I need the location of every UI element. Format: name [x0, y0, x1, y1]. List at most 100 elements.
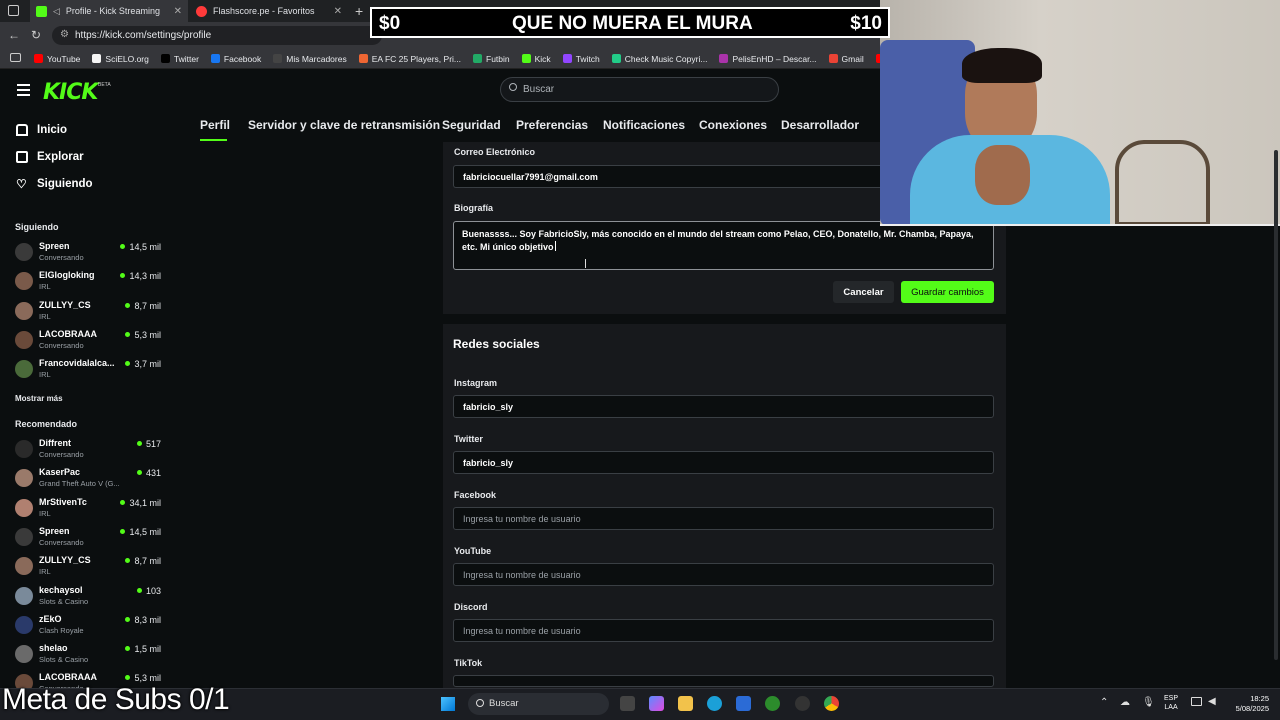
chrome-icon[interactable] [824, 696, 839, 711]
bookmark-label: Facebook [223, 53, 262, 64]
onedrive-icon[interactable]: ☁ [1120, 697, 1130, 708]
save-button[interactable]: Guardar cambios [901, 281, 994, 303]
youtube-field[interactable]: Ingresa tu nombre de usuario [453, 563, 994, 586]
avatar [15, 330, 33, 349]
facebook-field[interactable]: Ingresa tu nombre de usuario [453, 507, 994, 530]
back-icon[interactable]: ← [8, 28, 20, 42]
edge-icon[interactable] [707, 696, 722, 711]
network-icon[interactable] [1191, 697, 1202, 706]
bookmark-item[interactable]: Gmail [828, 54, 864, 64]
social-label-twitter: Twitter [454, 434, 483, 444]
bookmark-item[interactable]: Kick [521, 54, 551, 64]
bookmark-favicon-icon [562, 54, 572, 63]
twitter-field[interactable]: fabricio_sly [453, 451, 994, 474]
new-tab-icon[interactable]: + [355, 3, 363, 19]
bookmark-item[interactable]: Twitch [562, 54, 600, 64]
social-label-instagram: Instagram [454, 378, 498, 388]
tray-chevron-icon[interactable]: ⌃ [1100, 697, 1108, 708]
tiktok-field[interactable] [453, 675, 994, 687]
channel-list-item[interactable]: ElGlogloking IRL 14,3 mil [15, 270, 165, 296]
channel-list-item[interactable]: zEkO Clash Royale 8,3 mil [15, 614, 165, 640]
channel-category: IRL [39, 311, 51, 321]
clock-date: 5/08/2025 [1235, 704, 1269, 713]
kick-logo[interactable]: KICK [43, 80, 98, 105]
channel-list-item[interactable]: Francovidalalca... IRL 3,7 mil [15, 358, 165, 384]
instagram-field[interactable]: fabricio_sly [453, 395, 994, 418]
tab-desarrollador[interactable]: Desarrollador [781, 118, 859, 132]
bookmark-item[interactable]: EA FC 25 Players, Pri... [358, 54, 461, 64]
bookmark-item[interactable]: Twitter [160, 53, 199, 64]
channel-category: IRL [39, 282, 51, 292]
viewer-count: 1,5 mil [125, 644, 161, 654]
tab-conexiones[interactable]: Conexiones [699, 118, 767, 132]
bookmark-item[interactable]: Check Music Copyri... [611, 54, 707, 64]
file-explorer-icon[interactable] [678, 696, 693, 711]
home-icon [16, 124, 28, 136]
bookmark-item[interactable]: PelisEnHD – Descar... [719, 54, 817, 64]
bookmark-item[interactable]: Facebook [210, 53, 262, 64]
tab-preferencias[interactable]: Preferencias [516, 118, 588, 132]
sidebar-item-inicio[interactable]: Inicio [16, 124, 67, 136]
site-info-icon[interactable]: ⚙ [60, 29, 69, 40]
bookmark-menu-icon[interactable] [10, 53, 21, 62]
page-scrollbar[interactable] [1274, 150, 1278, 660]
bookmark-favicon-icon [210, 54, 220, 63]
channel-list-item[interactable]: KaserPac Grand Theft Auto V (G... 431 [15, 467, 165, 493]
close-tab-icon[interactable]: ✕ [174, 6, 182, 17]
tab-perfil[interactable]: Perfil [200, 118, 230, 132]
tab-seguridad[interactable]: Seguridad [442, 118, 501, 132]
search-input[interactable]: Buscar [500, 77, 779, 102]
start-icon[interactable] [441, 697, 455, 711]
app-icon[interactable] [795, 696, 810, 711]
store-icon[interactable] [736, 696, 751, 711]
tab-servidor[interactable]: Servidor y clave de retransmisión [248, 118, 440, 132]
bio-textarea[interactable]: Buenassss... Soy FabricioSly, más conoci… [453, 221, 994, 270]
search-icon [509, 83, 517, 91]
email-field[interactable]: fabriciocuellar7991@gmail.com [453, 165, 883, 188]
copilot-icon[interactable] [649, 696, 664, 711]
taskbar-search-input[interactable]: Buscar [468, 693, 609, 715]
bookmark-item[interactable]: YouTube [34, 54, 80, 64]
reload-icon[interactable]: ↻ [31, 28, 41, 42]
avatar [15, 527, 33, 546]
lang-top: ESP [1164, 695, 1179, 702]
browser-tab-kick[interactable]: ◁ Profile - Kick Streaming ✕ [30, 0, 188, 22]
url-input[interactable]: ⚙ https://kick.com/settings/profile [52, 26, 382, 45]
bookmark-item[interactable]: Mis Marcadores [273, 54, 347, 64]
sidebar-item-siguiendo[interactable]: ♡ Siguiendo [16, 178, 93, 190]
show-more-link[interactable]: Mostrar más [15, 394, 63, 403]
channel-list-item[interactable]: Spreen Conversando 14,5 mil [15, 526, 165, 552]
microphone-icon[interactable]: 🎙 [1142, 697, 1155, 708]
tab-notificaciones[interactable]: Notificaciones [603, 118, 685, 132]
bookmark-label: Twitter [173, 53, 199, 64]
channel-category: Conversando [39, 537, 84, 547]
webcam-feed [880, 0, 1280, 226]
tab-actions-icon[interactable] [8, 5, 19, 16]
channel-list-item[interactable]: ZULLYY_CS IRL 8,7 mil [15, 555, 165, 581]
bookmark-favicon-icon [160, 54, 170, 63]
taskbar-clock[interactable]: 18:25 5/08/2025 [1222, 694, 1269, 714]
bookmark-item[interactable]: SciELO.org [92, 54, 149, 64]
menu-icon[interactable] [17, 84, 30, 96]
channel-list-item[interactable]: Spreen Conversando 14,5 mil [15, 241, 165, 267]
channel-list-item[interactable]: shelao Slots & Casino 1,5 mil [15, 643, 165, 669]
xbox-icon[interactable] [765, 696, 780, 711]
cancel-button[interactable]: Cancelar [833, 281, 894, 303]
task-view-icon[interactable] [620, 696, 635, 711]
mute-icon[interactable]: ◁ [53, 6, 60, 17]
avatar [15, 301, 33, 320]
channel-list-item[interactable]: Diffrent Conversando 517 [15, 438, 165, 464]
close-tab-icon[interactable]: ✕ [334, 6, 342, 17]
discord-field[interactable]: Ingresa tu nombre de usuario [453, 619, 994, 642]
channel-list-item[interactable]: kechaysol Slots & Casino 103 [15, 585, 165, 611]
bookmark-favicon-icon [92, 54, 102, 63]
volume-icon[interactable]: ◀ [1208, 696, 1216, 707]
channel-list-item[interactable]: LACOBRAAAConversando 5,3 mil [15, 329, 165, 355]
channel-name: KaserPac [39, 467, 81, 478]
browser-tab-flashscore[interactable]: Flashscore.pe - Favoritos ✕ [190, 0, 348, 22]
channel-list-item[interactable]: ZULLYY_CS IRL 8,7 mil [15, 300, 165, 326]
channel-list-item[interactable]: MrStivenTc IRL 34,1 mil [15, 497, 165, 523]
sidebar-item-explorar[interactable]: Explorar [16, 151, 84, 163]
bookmark-item[interactable]: Futbin [473, 54, 510, 64]
language-indicator[interactable]: ESP LAA [1164, 694, 1178, 712]
